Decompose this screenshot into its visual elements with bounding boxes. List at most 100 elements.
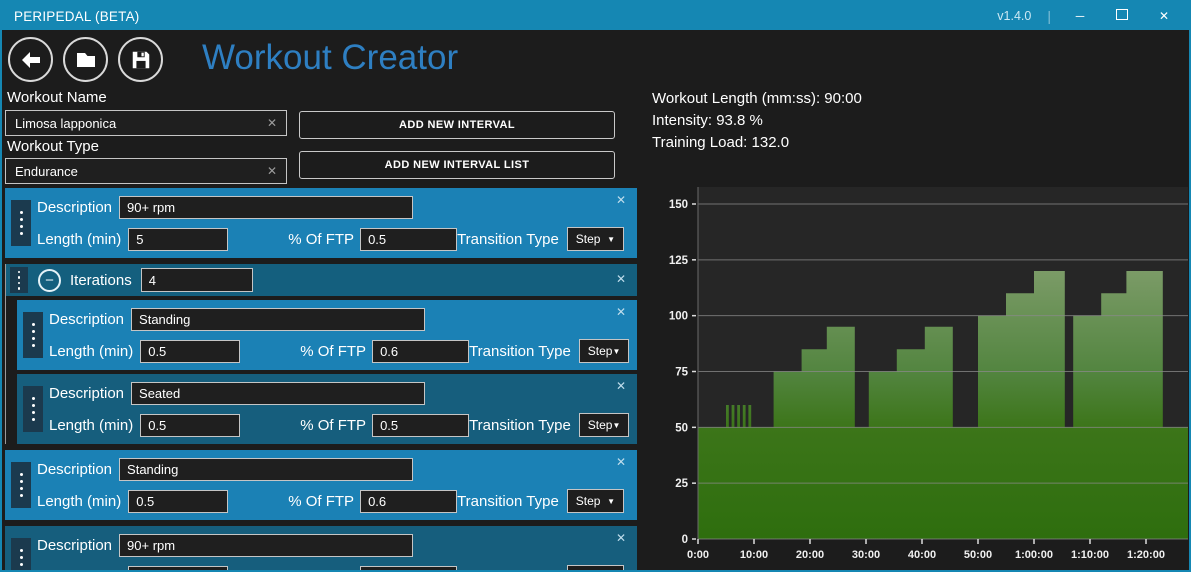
interval-group: − Iterations ✕ ✕ Description Length (min… <box>5 264 637 444</box>
remove-interval-icon[interactable]: ✕ <box>616 193 626 207</box>
ftp-label: % Of FTP <box>288 230 355 248</box>
remove-interval-icon[interactable]: ✕ <box>616 531 626 545</box>
workout-chart: 0 25 50 75 100 125 150 0:00 10:00 20:00 30:00 40:00… <box>669 187 1188 561</box>
minimize-button[interactable]: ─ <box>1067 9 1093 23</box>
save-workout-button[interactable] <box>118 37 163 82</box>
transition-type-value: Step <box>587 344 613 358</box>
workout-type-label: Workout Type <box>7 138 99 155</box>
transition-type-select[interactable]: Step ▼ <box>578 413 630 437</box>
ftp-label: % Of FTP <box>300 342 367 360</box>
ftp-input[interactable] <box>372 339 470 363</box>
length-label: Length (min) <box>37 492 122 510</box>
drag-handle-icon[interactable] <box>11 200 31 246</box>
transition-type-label: Transition Type <box>469 416 571 434</box>
titlebar-separator: | <box>1047 8 1051 24</box>
workout-type-value: Endurance <box>15 163 78 179</box>
add-new-interval-button[interactable]: ADD NEW INTERVAL <box>299 111 615 139</box>
chevron-down-icon: ▼ <box>612 420 621 430</box>
svg-text:50: 50 <box>675 422 688 434</box>
group-children: ✕ Description Length (min) % Of FTP Tran… <box>6 296 637 444</box>
drag-handle-icon[interactable] <box>23 312 43 358</box>
save-icon <box>132 51 149 68</box>
length-label: Length (min) <box>37 569 121 571</box>
ftp-label: % Of FTP <box>300 416 367 434</box>
description-input[interactable] <box>131 308 426 331</box>
description-label: Description <box>37 537 113 554</box>
titlebar: PERIPEDAL (BETA) v1.4.0 | ─ ✕ <box>2 2 1189 30</box>
interval-list: ✕ Description Length (min) % Of FTP Tran… <box>5 188 637 571</box>
workout-stats: Workout Length (mm:ss): 90:00 Intensity:… <box>652 88 862 154</box>
transition-type-label: Transition Type <box>457 569 559 571</box>
svg-text:1:20:00: 1:20:00 <box>1127 549 1165 561</box>
transition-type-select[interactable]: Step ▼ <box>566 489 624 513</box>
chevron-down-icon: ▼ <box>612 346 621 356</box>
training-load-stat: Training Load: 132.0 <box>652 134 790 151</box>
svg-text:150: 150 <box>669 199 688 211</box>
ftp-label: % Of FTP <box>288 569 354 571</box>
transition-type-label: Transition Type <box>457 230 559 248</box>
maximize-icon <box>1116 9 1128 20</box>
transition-type-select[interactable]: Step ▼ <box>578 339 630 363</box>
transition-type-label: Transition Type <box>457 492 559 510</box>
ftp-label: % Of FTP <box>288 492 355 510</box>
iterations-input[interactable] <box>140 268 253 292</box>
page-title: Workout Creator <box>202 38 459 77</box>
transition-type-select[interactable]: Step ▼ <box>566 565 624 570</box>
svg-text:0: 0 <box>682 534 688 546</box>
back-icon <box>21 51 40 68</box>
description-input[interactable] <box>119 534 414 557</box>
clear-type-icon[interactable]: ✕ <box>267 164 277 178</box>
description-input[interactable] <box>119 458 414 481</box>
description-label: Description <box>49 311 125 328</box>
interval-group-header: − Iterations ✕ <box>6 264 637 296</box>
length-input[interactable] <box>128 489 229 513</box>
description-label: Description <box>37 199 113 216</box>
ftp-input[interactable] <box>360 489 458 513</box>
length-input[interactable] <box>140 339 241 363</box>
workout-type-input[interactable]: Endurance ✕ <box>5 158 287 184</box>
remove-interval-icon[interactable]: ✕ <box>616 455 626 469</box>
svg-text:1:00:00: 1:00:00 <box>1015 549 1053 561</box>
drag-handle-icon[interactable] <box>11 538 31 570</box>
svg-text:100: 100 <box>669 311 688 323</box>
interval-card: ✕ Description Length (min) % Of FTP Tran… <box>5 188 637 258</box>
drag-handle-icon[interactable] <box>11 462 31 508</box>
intensity-stat: Intensity: 93.8 % <box>652 112 763 129</box>
remove-interval-icon[interactable]: ✕ <box>616 379 626 393</box>
close-button[interactable]: ✕ <box>1151 9 1177 23</box>
workout-name-input[interactable]: Limosa lapponica ✕ <box>5 110 287 136</box>
svg-text:0:00: 0:00 <box>687 549 709 561</box>
drag-handle-icon[interactable] <box>23 386 43 432</box>
description-label: Description <box>37 461 113 478</box>
ftp-input[interactable] <box>360 565 458 570</box>
length-input[interactable] <box>128 227 229 251</box>
interval-card: ✕ Description Length (min) % Of FTP Tran… <box>17 300 637 370</box>
open-workout-button[interactable] <box>63 37 108 82</box>
collapse-group-button[interactable]: − <box>38 268 61 292</box>
back-button[interactable] <box>8 37 53 82</box>
transition-type-select[interactable]: Step ▼ <box>566 227 624 251</box>
ftp-input[interactable] <box>372 413 470 437</box>
workout-length-stat: Workout Length (mm:ss): 90:00 <box>652 90 862 107</box>
workout-name-label: Workout Name <box>7 89 107 106</box>
svg-text:10:00: 10:00 <box>740 549 768 561</box>
remove-group-icon[interactable]: ✕ <box>616 272 626 286</box>
clear-name-icon[interactable]: ✕ <box>267 116 277 130</box>
remove-interval-icon[interactable]: ✕ <box>616 305 626 319</box>
app-title: PERIPEDAL (BETA) <box>14 8 140 24</box>
description-input[interactable] <box>119 196 414 219</box>
svg-text:25: 25 <box>675 478 688 490</box>
ftp-input[interactable] <box>360 227 458 251</box>
length-input[interactable] <box>140 413 241 437</box>
transition-type-value: Step <box>575 494 601 508</box>
length-input[interactable] <box>128 565 229 570</box>
length-label: Length (min) <box>49 416 134 434</box>
add-new-interval-list-button[interactable]: ADD NEW INTERVAL LIST <box>299 151 615 179</box>
transition-type-value: Step <box>587 418 613 432</box>
maximize-button[interactable] <box>1109 9 1135 23</box>
description-input[interactable] <box>131 382 426 405</box>
svg-text:20:00: 20:00 <box>796 549 824 561</box>
drag-handle-icon[interactable] <box>10 267 28 293</box>
length-label: Length (min) <box>49 342 134 360</box>
iterations-label: Iterations <box>70 271 132 289</box>
